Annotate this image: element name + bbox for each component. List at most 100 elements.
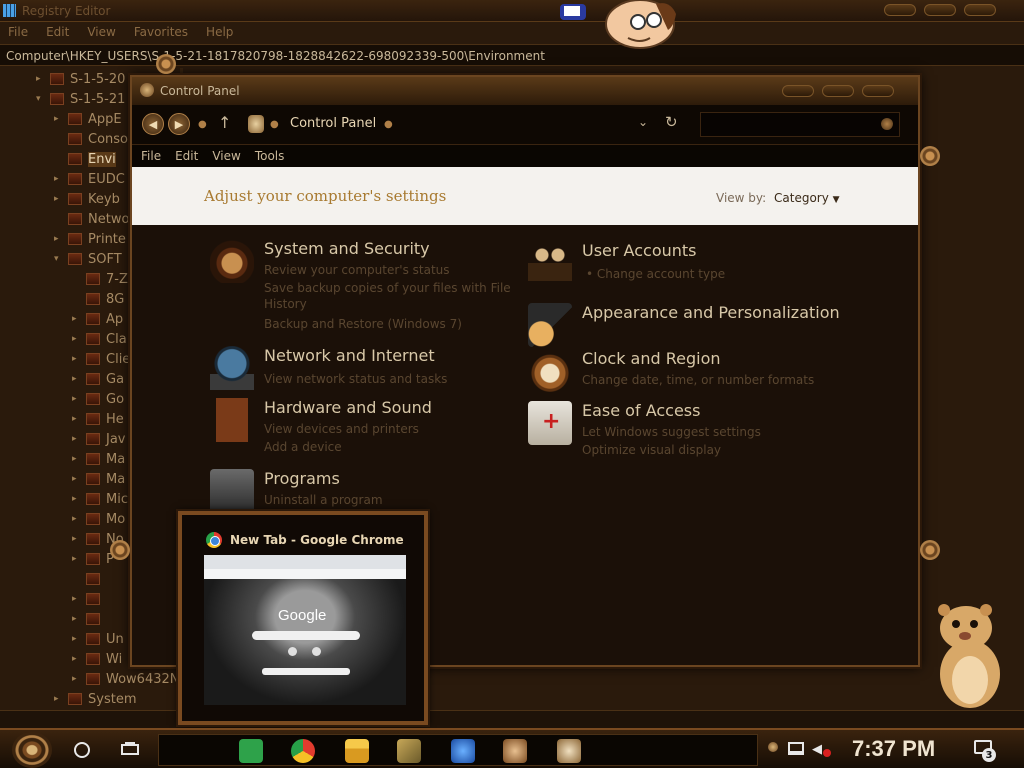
menu-edit[interactable]: Edit (46, 25, 69, 39)
cp-menu-edit[interactable]: Edit (175, 149, 198, 163)
expand-arrow-icon[interactable]: ▸ (72, 534, 82, 544)
expand-arrow-icon[interactable]: ▸ (72, 334, 82, 344)
category-title[interactable]: Clock and Region (582, 349, 721, 368)
expand-arrow-icon[interactable]: ▸ (54, 174, 64, 184)
registry-tree-item[interactable]: 8G (72, 289, 124, 309)
expand-arrow-icon[interactable]: ▸ (72, 634, 82, 644)
category-link[interactable]: • Change account type (586, 267, 725, 281)
registry-tree-item[interactable]: ▸ Wow6432No (72, 669, 187, 689)
control-panel-search-input[interactable] (700, 112, 900, 137)
expand-arrow-icon[interactable]: ▸ (72, 414, 82, 424)
minimize-button[interactable] (884, 4, 916, 16)
expand-arrow-icon[interactable]: ▸ (54, 694, 64, 704)
category-title[interactable]: Programs (264, 469, 340, 488)
expand-arrow-icon[interactable]: ▸ (36, 74, 46, 84)
expand-arrow-icon[interactable]: ▸ (72, 314, 82, 324)
registry-tree-item[interactable]: ▸ (72, 609, 106, 629)
menu-favorites[interactable]: Favorites (134, 25, 188, 39)
registry-tree-item[interactable]: ▸ Printe (54, 229, 126, 249)
registry-tree-item[interactable]: ▸ Jav (72, 429, 126, 449)
category-title[interactable]: Hardware and Sound (264, 398, 432, 417)
collapse-arrow-icon[interactable]: ▾ (36, 94, 46, 104)
cp-minimize-button[interactable] (782, 85, 814, 97)
category-network-internet[interactable]: Network and Internet View network status… (210, 346, 510, 390)
cp-close-button[interactable] (862, 85, 894, 97)
expand-arrow-icon[interactable]: ▸ (72, 554, 82, 564)
category-link[interactable]: Optimize visual display (582, 443, 721, 457)
chrome-taskbar-preview[interactable]: New Tab - Google Chrome Google (178, 511, 428, 725)
search-icon[interactable] (881, 118, 893, 130)
expand-arrow-icon[interactable]: ▸ (72, 514, 82, 524)
category-link[interactable]: Change date, time, or number formats (582, 373, 814, 387)
registry-address-bar[interactable]: Computer\HKEY_USERS\S-1-5-21-1817820798-… (0, 44, 1024, 66)
registry-tree-item[interactable]: ▸ Clie (72, 349, 130, 369)
category-link[interactable]: View network status and tasks (264, 372, 447, 386)
registry-tree-item[interactable]: ▸ Mic (72, 489, 128, 509)
control-panel-title-bar[interactable]: Control Panel (132, 77, 918, 105)
breadcrumb-separator-icon[interactable]: ● (384, 119, 393, 130)
registry-tree-item[interactable]: ▸ System (54, 689, 136, 709)
category-link[interactable]: Save backup copies of your files with Fi… (264, 281, 511, 295)
cp-menu-file[interactable]: File (141, 149, 161, 163)
category-link[interactable]: Uninstall a program (264, 493, 383, 507)
app-icon-2[interactable] (451, 739, 475, 763)
show-hidden-icons-icon[interactable] (768, 742, 778, 752)
menu-help[interactable]: Help (206, 25, 233, 39)
app-icon-4[interactable] (557, 739, 581, 763)
task-view-icon[interactable] (121, 742, 139, 758)
registry-tree-item[interactable]: ▸ Ma (72, 469, 125, 489)
up-arrow-icon[interactable]: ↑ (218, 113, 231, 132)
expand-arrow-icon[interactable]: ▸ (54, 194, 64, 204)
registry-tree-item[interactable]: ▸ Ma (72, 449, 125, 469)
registry-tree-item[interactable]: ▸ (72, 589, 106, 609)
forward-button[interactable]: ▶ (168, 113, 190, 135)
registry-tree-item[interactable]: ▸ S-1-5-20 (36, 69, 125, 89)
back-button[interactable]: ◀ (142, 113, 164, 135)
expand-arrow-icon[interactable]: ▸ (72, 614, 82, 624)
network-icon[interactable] (788, 742, 804, 755)
expand-arrow-icon[interactable]: ▸ (72, 394, 82, 404)
category-link[interactable]: Backup and Restore (Windows 7) (264, 317, 462, 331)
expand-arrow-icon[interactable]: ▸ (72, 674, 82, 684)
registry-tree-item[interactable]: ▸ EUDC (54, 169, 125, 189)
category-link[interactable]: History (264, 297, 307, 311)
expand-arrow-icon[interactable]: ▸ (72, 654, 82, 664)
expand-arrow-icon[interactable]: ▸ (72, 454, 82, 464)
expand-arrow-icon[interactable]: ▸ (54, 114, 64, 124)
expand-arrow-icon[interactable]: ▸ (72, 494, 82, 504)
sheets-icon[interactable] (239, 739, 263, 763)
category-system-security[interactable]: System and Security Review your computer… (210, 239, 511, 339)
app-icon-3[interactable] (503, 739, 527, 763)
registry-tree-item[interactable]: ▸ Go (72, 389, 124, 409)
category-link[interactable]: View devices and printers (264, 422, 419, 436)
collapse-arrow-icon[interactable]: ▾ (54, 254, 64, 264)
preview-thumbnail[interactable]: Google (204, 555, 406, 705)
category-title[interactable]: Appearance and Personalization (582, 303, 840, 322)
maximize-button[interactable] (924, 4, 956, 16)
volume-icon[interactable]: ◀ (812, 742, 822, 757)
registry-tree-item[interactable]: Envi (54, 149, 116, 169)
category-link[interactable]: Let Windows suggest settings (582, 425, 761, 439)
registry-tree-item[interactable]: ▸ P (72, 549, 114, 569)
menu-file[interactable]: File (8, 25, 28, 39)
expand-arrow-icon[interactable]: ▸ (54, 234, 64, 244)
expand-arrow-icon[interactable]: ▸ (72, 354, 82, 364)
breadcrumb-control-panel[interactable]: Control Panel (290, 116, 376, 131)
start-button[interactable] (12, 732, 52, 768)
registry-tree-item[interactable]: ▸ Ap (72, 309, 123, 329)
registry-tree-item[interactable]: ▾ SOFT (54, 249, 122, 269)
category-programs[interactable]: Programs Uninstall a program (210, 469, 510, 513)
cp-menu-tools[interactable]: Tools (255, 149, 285, 163)
close-button[interactable] (964, 4, 996, 16)
registry-tree-item[interactable] (72, 569, 106, 589)
registry-tree-item[interactable]: ▸ He (72, 409, 124, 429)
registry-tree-item[interactable]: ▸ Cla (72, 329, 127, 349)
registry-tree-item[interactable]: Conso (54, 129, 128, 149)
category-hardware-sound[interactable]: Hardware and Sound View devices and prin… (210, 398, 510, 454)
category-title[interactable]: Network and Internet (264, 346, 435, 365)
registry-tree-item[interactable]: ▸ Un (72, 629, 124, 649)
cp-menu-view[interactable]: View (212, 149, 240, 163)
category-title[interactable]: System and Security (264, 239, 430, 258)
registry-tree-item[interactable]: ▸ Mo (72, 509, 125, 529)
registry-tree-item[interactable]: ▾ S-1-5-21 (36, 89, 125, 109)
